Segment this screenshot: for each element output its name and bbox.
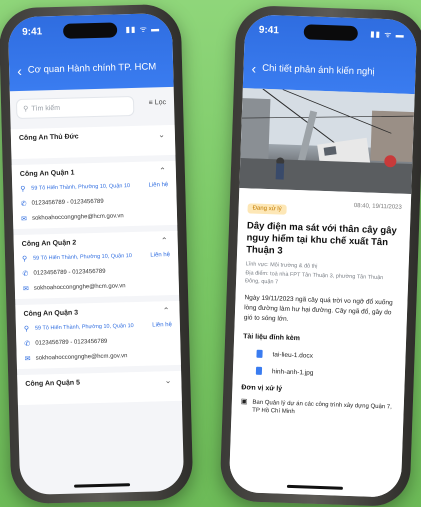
office-list: Công An Thủ Đức ⌄ Công An Quận 1 ⌃ ⚲ 59 … [10, 124, 182, 411]
attachment-item[interactable]: hinh-anh-1.jpg [242, 366, 396, 379]
mail-icon: ✉ [20, 215, 28, 223]
status-time: 9:41 [258, 24, 280, 37]
search-input[interactable]: ⚲ Tìm kiếm [15, 95, 135, 120]
office-name: Công An Thủ Đức [18, 133, 79, 142]
phone-row: ✆ 0123456789 - 0123456789 [24, 336, 170, 348]
attachment-name[interactable]: tai-lieu-1.docx [272, 351, 313, 359]
phone-text[interactable]: 0123456789 - 0123456789 [33, 269, 105, 277]
dynamic-island [303, 24, 359, 42]
chevron-down-icon[interactable]: ⌄ [158, 130, 165, 139]
phone-text[interactable]: 0123456789 - 0123456789 [32, 199, 104, 207]
search-placeholder: Tìm kiếm [31, 104, 61, 113]
attachments-title: Tài liệu đính kèm [243, 333, 301, 343]
phone-left: 9:41 ▮▮ ᯤ ▬ ‹ Cơ quan Hành chính TP. HCM… [0, 3, 194, 505]
phone-text[interactable]: 0123456789 - 0123456789 [35, 339, 107, 347]
home-indicator [74, 483, 131, 488]
office-name: Công An Quận 5 [25, 379, 81, 388]
screen-left: 9:41 ▮▮ ᯤ ▬ ‹ Cơ quan Hành chính TP. HCM… [7, 12, 185, 496]
office-item[interactable]: Công An Quận 5 ⌄ [17, 370, 182, 406]
status-time: 9:41 [22, 26, 43, 38]
page-title: Chi tiết phản ánh kiến nghị [261, 62, 375, 78]
address-text[interactable]: 59 Tô Hiến Thành, Phường 10, Quận 10 [35, 323, 134, 332]
office-name: Công An Quận 1 [19, 169, 75, 178]
search-icon: ⚲ [23, 105, 29, 113]
report-photo[interactable] [239, 88, 415, 195]
image-file-icon [255, 366, 263, 375]
attachment-name[interactable]: hinh-anh-1.jpg [272, 368, 314, 376]
address-text[interactable]: 59 Tô Hiến Thành, Phường 10, Quận 10 [31, 183, 130, 192]
office-name: Công An Quận 2 [21, 239, 77, 248]
nav-bar: ‹ Chi tiết phản ánh kiến nghị [251, 60, 409, 79]
email-text[interactable]: sokhoahoccongnghe@hcm.gov.vn [34, 283, 126, 291]
back-arrow-icon[interactable]: ‹ [17, 62, 22, 78]
document-icon [256, 349, 263, 358]
office-item[interactable]: Công An Quận 3 ⌃ ⚲ 59 Tô Hiến Thành, Phư… [15, 300, 181, 370]
back-arrow-icon[interactable]: ‹ [251, 60, 256, 76]
status-icons: ▮▮ ᯤ ▬ [125, 24, 161, 35]
phone-icon: ✆ [24, 340, 31, 348]
address-row: ⚲ 59 Tô Hiến Thành, Phường 10, Quận 10 L… [23, 321, 172, 333]
office-item[interactable]: Công An Quận 1 ⌃ ⚲ 59 Tô Hiến Thành, Phư… [11, 160, 178, 230]
phone-icon: ✆ [20, 200, 27, 208]
contact-link[interactable]: Liên hệ [152, 322, 172, 329]
report-title: Dây điện ma sát với thân cây gây nguy hi… [245, 220, 397, 257]
page-title: Cơ quan Hành chính TP. HCM [27, 61, 157, 76]
nav-bar: ‹ Cơ quan Hành chính TP. HCM [17, 61, 167, 78]
phone-row: ✆ 0123456789 - 0123456789 [22, 266, 168, 278]
dynamic-island [62, 22, 118, 39]
email-text[interactable]: sokhoahoccongnghe@hcm.gov.vn [32, 213, 124, 221]
status-badge: Đang xử lý [247, 203, 287, 215]
mail-icon: ✉ [24, 355, 31, 363]
unit-row: ▣ Ban Quản lý dự án các công trình xây d… [240, 398, 394, 419]
address-text[interactable]: 59 Tô Hiến Thành, Phường 10, Quận 10 [33, 253, 132, 262]
location-pin-icon: ⚲ [22, 255, 28, 263]
email-row: ✉ sokhoahoccongnghe@hcm.gov.vn [23, 281, 169, 293]
address-row: ⚲ 59 Tô Hiến Thành, Phường 10, Quận 10 L… [22, 251, 170, 263]
unit-title: Đơn vị xử lý [241, 384, 283, 393]
address-row: ⚲ 59 Tô Hiến Thành, Phường 10, Quận 10 L… [20, 181, 168, 193]
contact-link[interactable]: Liên hệ [150, 252, 170, 259]
email-row: ✉ sokhoahoccongnghe@hcm.gov.vn [21, 211, 167, 223]
contact-link[interactable]: Liên hệ [148, 182, 168, 189]
report-date: 08:40, 19/11/2023 [353, 203, 402, 211]
street-scene-image [239, 88, 415, 195]
phone-right: 9:41 ▮▮ ᯤ ▬ ‹ Chi tiết phản ánh kiến ngh… [219, 4, 421, 507]
report-description: Ngày 19/11/2023 ngã cây quá trời vo ngỡ … [243, 294, 393, 323]
mail-icon: ✉ [22, 285, 29, 293]
screen-right: 9:41 ▮▮ ᯤ ▬ ‹ Chi tiết phản ánh kiến ngh… [228, 14, 418, 498]
office-item[interactable]: Công An Thủ Đức ⌄ [10, 124, 176, 160]
email-text[interactable]: sokhoahoccongnghe@hcm.gov.vn [36, 353, 128, 361]
building-icon: ▣ [240, 398, 248, 406]
location-pin-icon: ⚲ [23, 325, 30, 333]
phone-icon: ✆ [22, 270, 29, 278]
office-name: Công An Quận 3 [23, 309, 79, 318]
phone-row: ✆ 0123456789 - 0123456789 [21, 196, 167, 208]
report-detail: Đang xử lý 08:40, 19/11/2023 Dây điện ma… [228, 188, 412, 498]
unit-name: Ban Quản lý dự án các công trình xây dựn… [252, 399, 392, 416]
chevron-up-icon[interactable]: ⌃ [159, 166, 166, 175]
chevron-up-icon[interactable]: ⌃ [161, 236, 168, 245]
chevron-down-icon[interactable]: ⌄ [165, 376, 172, 385]
office-item[interactable]: Công An Quận 2 ⌃ ⚲ 59 Tô Hiến Thành, Phư… [13, 230, 180, 300]
filter-label: Lọc [154, 99, 167, 107]
status-icons: ▮▮ ᯤ ▬ [370, 29, 405, 40]
filter-button[interactable]: ≡ Lọc [149, 99, 167, 106]
location-pin-icon: ⚲ [20, 185, 26, 193]
attachment-item[interactable]: tai-lieu-1.docx [242, 349, 396, 362]
filter-icon: ≡ [148, 99, 153, 107]
chevron-up-icon[interactable]: ⌃ [163, 306, 170, 315]
email-row: ✉ sokhoahoccongnghe@hcm.gov.vn [25, 351, 171, 363]
